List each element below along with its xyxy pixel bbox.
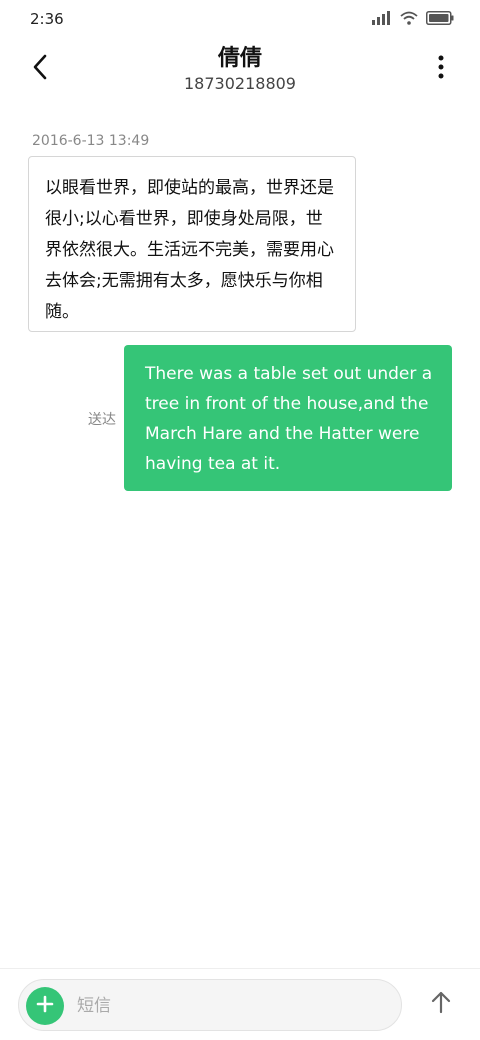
- back-arrow-icon: [32, 54, 48, 84]
- status-icons: [372, 10, 454, 29]
- status-bar: 2:36: [0, 0, 480, 40]
- conversation-header: 倩倩 18730218809: [0, 40, 480, 104]
- delivery-status: 送达: [88, 412, 116, 428]
- outgoing-message-bubble[interactable]: There was a table set out under a tree i…: [124, 345, 452, 491]
- send-arrow-up-icon: [430, 990, 452, 1018]
- more-vertical-icon: [438, 55, 444, 83]
- wifi-icon: [400, 10, 418, 29]
- conversation-screen: 2:36 倩倩 18730218809 2016-6-13 13:49 以眼看世…: [0, 0, 480, 1040]
- battery-icon: [426, 10, 454, 29]
- send-button[interactable]: [424, 987, 458, 1021]
- message-timestamp: 2016-6-13 13:49: [32, 133, 150, 149]
- composer-bar: [0, 968, 480, 1040]
- incoming-message-bubble[interactable]: 以眼看世界，即使站的最高，世界还是很小;以心看世界，即使身处局限，世界依然很大。…: [28, 156, 356, 332]
- contact-title: 倩倩 18730218809: [100, 44, 380, 94]
- outgoing-message-text: There was a table set out under a tree i…: [145, 364, 433, 474]
- plus-icon: [36, 995, 54, 1017]
- contact-number: 18730218809: [184, 74, 296, 93]
- status-time: 2:36: [30, 10, 64, 28]
- incoming-message-text: 以眼看世界，即使站的最高，世界还是很小;以心看世界，即使身处局限，世界依然很大。…: [45, 178, 334, 322]
- add-attachment-button[interactable]: [26, 987, 64, 1025]
- signal-icon: [372, 10, 392, 29]
- message-input[interactable]: [77, 990, 377, 1022]
- contact-name: 倩倩: [217, 46, 262, 71]
- more-options-button[interactable]: [426, 54, 456, 84]
- back-button[interactable]: [22, 54, 58, 84]
- composer-pill: [18, 979, 402, 1031]
